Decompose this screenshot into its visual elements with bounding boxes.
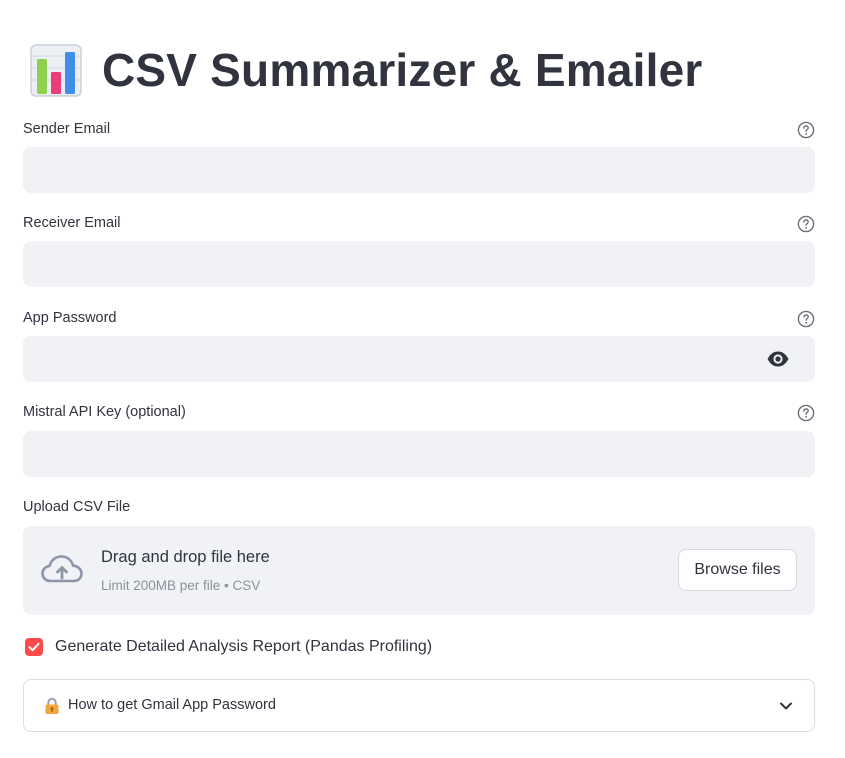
profiling-report-checkbox-row[interactable]: Generate Detailed Analysis Report (Panda… (25, 638, 432, 656)
app-password-label: App Password (23, 310, 117, 326)
expander-label: How to get Gmail App Password (68, 697, 276, 713)
file-dropzone[interactable]: Drag and drop file here Limit 200MB per … (23, 526, 815, 615)
upload-csv-label: Upload CSV File (23, 499, 131, 515)
dropzone-instruction: Drag and drop file here (101, 548, 270, 566)
profiling-report-checkbox-label[interactable]: Generate Detailed Analysis Report (Panda… (55, 638, 432, 656)
title-row: CSV Summarizer & Emailer (30, 38, 703, 102)
bar-chart-emoji-icon (30, 44, 82, 97)
app-password-field[interactable] (23, 336, 815, 382)
gmail-app-password-expander[interactable]: How to get Gmail App Password (23, 679, 815, 732)
receiver-email-label: Receiver Email (23, 215, 121, 231)
cloud-upload-icon (41, 555, 83, 583)
question-circle-icon[interactable] (797, 215, 815, 233)
profiling-report-checkbox[interactable] (25, 638, 43, 656)
browse-files-button[interactable]: Browse files (678, 549, 797, 591)
page-title: CSV Summarizer & Emailer (102, 44, 703, 96)
eye-icon[interactable] (766, 350, 790, 368)
checkmark-icon (28, 642, 40, 652)
chevron-down-icon[interactable] (778, 698, 794, 714)
sender-email-label: Sender Email (23, 121, 111, 137)
question-circle-icon[interactable] (797, 121, 815, 139)
lock-key-icon (45, 697, 59, 714)
dropzone-limit-text: Limit 200MB per file • CSV (101, 578, 261, 593)
receiver-email-field[interactable] (23, 241, 815, 287)
sender-email-field[interactable] (23, 147, 815, 193)
question-circle-icon[interactable] (797, 404, 815, 422)
mistral-api-key-field[interactable] (23, 431, 815, 477)
question-circle-icon[interactable] (797, 310, 815, 328)
mistral-api-key-label: Mistral API Key (optional) (23, 404, 186, 420)
